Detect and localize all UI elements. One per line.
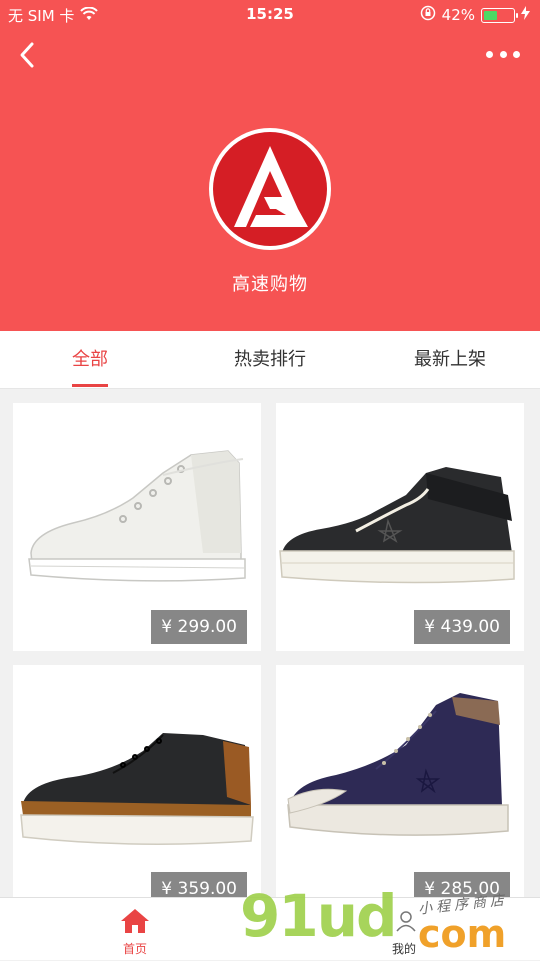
category-tabs: 全部 热卖排行 最新上架 bbox=[0, 331, 540, 389]
product-image-navy-suede-sneaker bbox=[287, 693, 509, 836]
status-bar: 无 SIM 卡 15:25 42% bbox=[0, 0, 540, 30]
product-grid: ¥ 299.00 ¥ 439.00 ¥ 359.00 ¥ 285.00 bbox=[0, 389, 540, 909]
product-card[interactable]: ¥ 285.00 bbox=[276, 665, 524, 909]
tab-all[interactable]: 全部 bbox=[72, 331, 108, 389]
shop-name: 高速购物 bbox=[232, 274, 308, 295]
home-icon bbox=[121, 909, 149, 933]
product-image-white-sneaker bbox=[28, 450, 246, 582]
bottom-tab-bar: 首页 我的 bbox=[0, 897, 540, 960]
more-button[interactable] bbox=[486, 44, 520, 64]
back-chevron-icon bbox=[20, 42, 34, 68]
product-price: ¥ 299.00 bbox=[151, 610, 247, 644]
battery-icon bbox=[481, 7, 518, 23]
tab-bar-mine[interactable]: 我的 bbox=[354, 898, 454, 961]
product-card[interactable]: ¥ 359.00 bbox=[13, 665, 261, 909]
tab-bar-mine-label: 我的 bbox=[391, 942, 416, 956]
charging-icon bbox=[521, 6, 530, 24]
more-dots-icon bbox=[486, 50, 493, 58]
product-image-black-leather-sneaker bbox=[20, 733, 254, 845]
tab-new-arrivals[interactable]: 最新上架 bbox=[413, 331, 487, 389]
product-price: ¥ 439.00 bbox=[414, 610, 510, 644]
shop-logo bbox=[209, 128, 331, 250]
shop-logo-g-icon bbox=[213, 132, 327, 246]
battery-percent: 42% bbox=[441, 6, 475, 24]
product-card[interactable]: ¥ 299.00 bbox=[13, 403, 261, 651]
back-button[interactable] bbox=[14, 38, 44, 72]
product-card[interactable]: ¥ 439.00 bbox=[276, 403, 524, 651]
tab-hot-ranking[interactable]: 热卖排行 bbox=[233, 331, 307, 389]
product-image-black-strap-sneaker bbox=[279, 467, 515, 584]
orientation-lock-icon bbox=[420, 5, 436, 25]
tab-bar-home-label: 首页 bbox=[122, 942, 147, 956]
tab-bar-home[interactable]: 首页 bbox=[85, 898, 185, 961]
user-icon bbox=[396, 911, 416, 932]
shop-header: 无 SIM 卡 15:25 42% 高速购物 bbox=[0, 0, 540, 331]
